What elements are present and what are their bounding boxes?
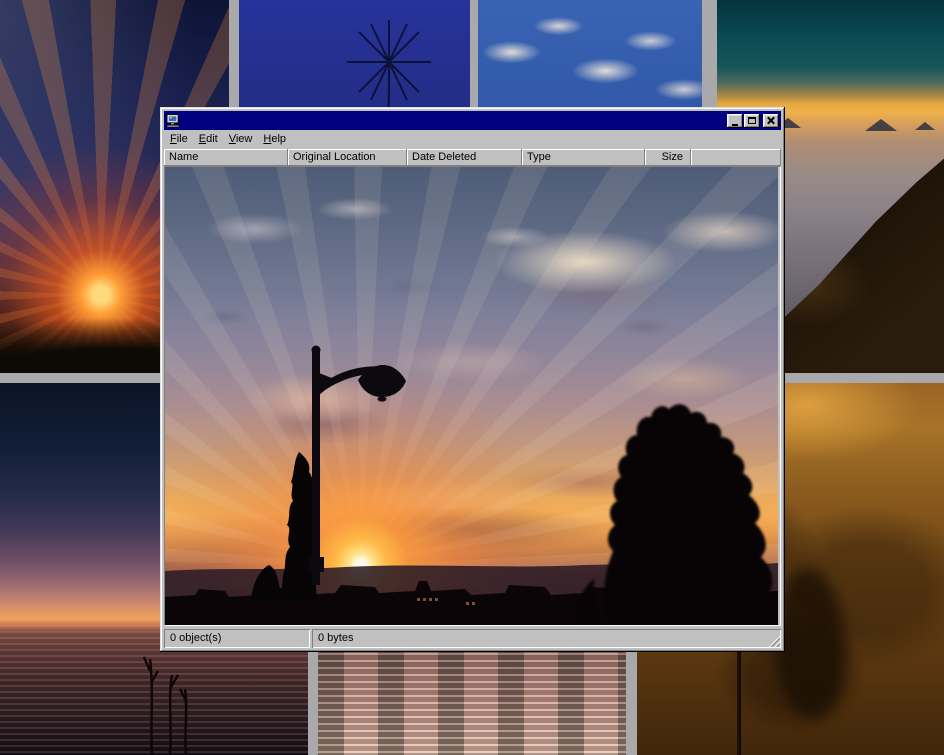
column-header-type[interactable]: Type (522, 149, 645, 166)
status-object-count: 0 object(s) (164, 629, 310, 648)
column-header-original-location[interactable]: Original Location (288, 149, 407, 166)
recycle-bin-window: File Edit View Help Name Original Locati… (160, 107, 785, 652)
computer-icon (166, 114, 181, 128)
status-size-text: 0 bytes (318, 632, 353, 644)
desktop: { "desktop": { "gap_color": "#a9a9ab", "… (0, 0, 944, 755)
blurred-tree-silhouette (775, 568, 845, 718)
sunset-lamp-photo (165, 167, 778, 625)
photo-foreground (165, 167, 778, 625)
right-tree-silhouette (577, 404, 778, 625)
menu-file[interactable]: File (165, 131, 194, 148)
column-header-date-deleted[interactable]: Date Deleted (407, 149, 522, 166)
column-header-filler (691, 149, 781, 166)
street-lamp-silhouette (309, 346, 406, 586)
statusbar: 0 object(s) 0 bytes (164, 629, 781, 648)
menu-view[interactable]: View (224, 131, 259, 148)
resize-grip[interactable] (767, 634, 780, 647)
menu-edit[interactable]: Edit (194, 131, 224, 148)
titlebar[interactable] (164, 111, 781, 130)
island-silhouette (865, 119, 897, 131)
menubar: File Edit View Help (164, 130, 781, 149)
maximize-button[interactable] (744, 114, 760, 128)
close-button[interactable] (763, 114, 779, 128)
minimize-button[interactable] (727, 114, 743, 128)
column-header-name[interactable]: Name (164, 149, 288, 166)
minimize-icon (732, 124, 738, 126)
status-size-panel: 0 bytes (312, 629, 781, 648)
column-header-size[interactable]: Size (645, 149, 691, 166)
island-silhouette (915, 122, 935, 130)
column-headers: Name Original Location Date Deleted Type… (164, 149, 781, 166)
folder-view[interactable] (164, 166, 781, 626)
maximize-icon (748, 117, 756, 124)
close-icon (767, 117, 775, 124)
menu-help[interactable]: Help (258, 131, 292, 148)
